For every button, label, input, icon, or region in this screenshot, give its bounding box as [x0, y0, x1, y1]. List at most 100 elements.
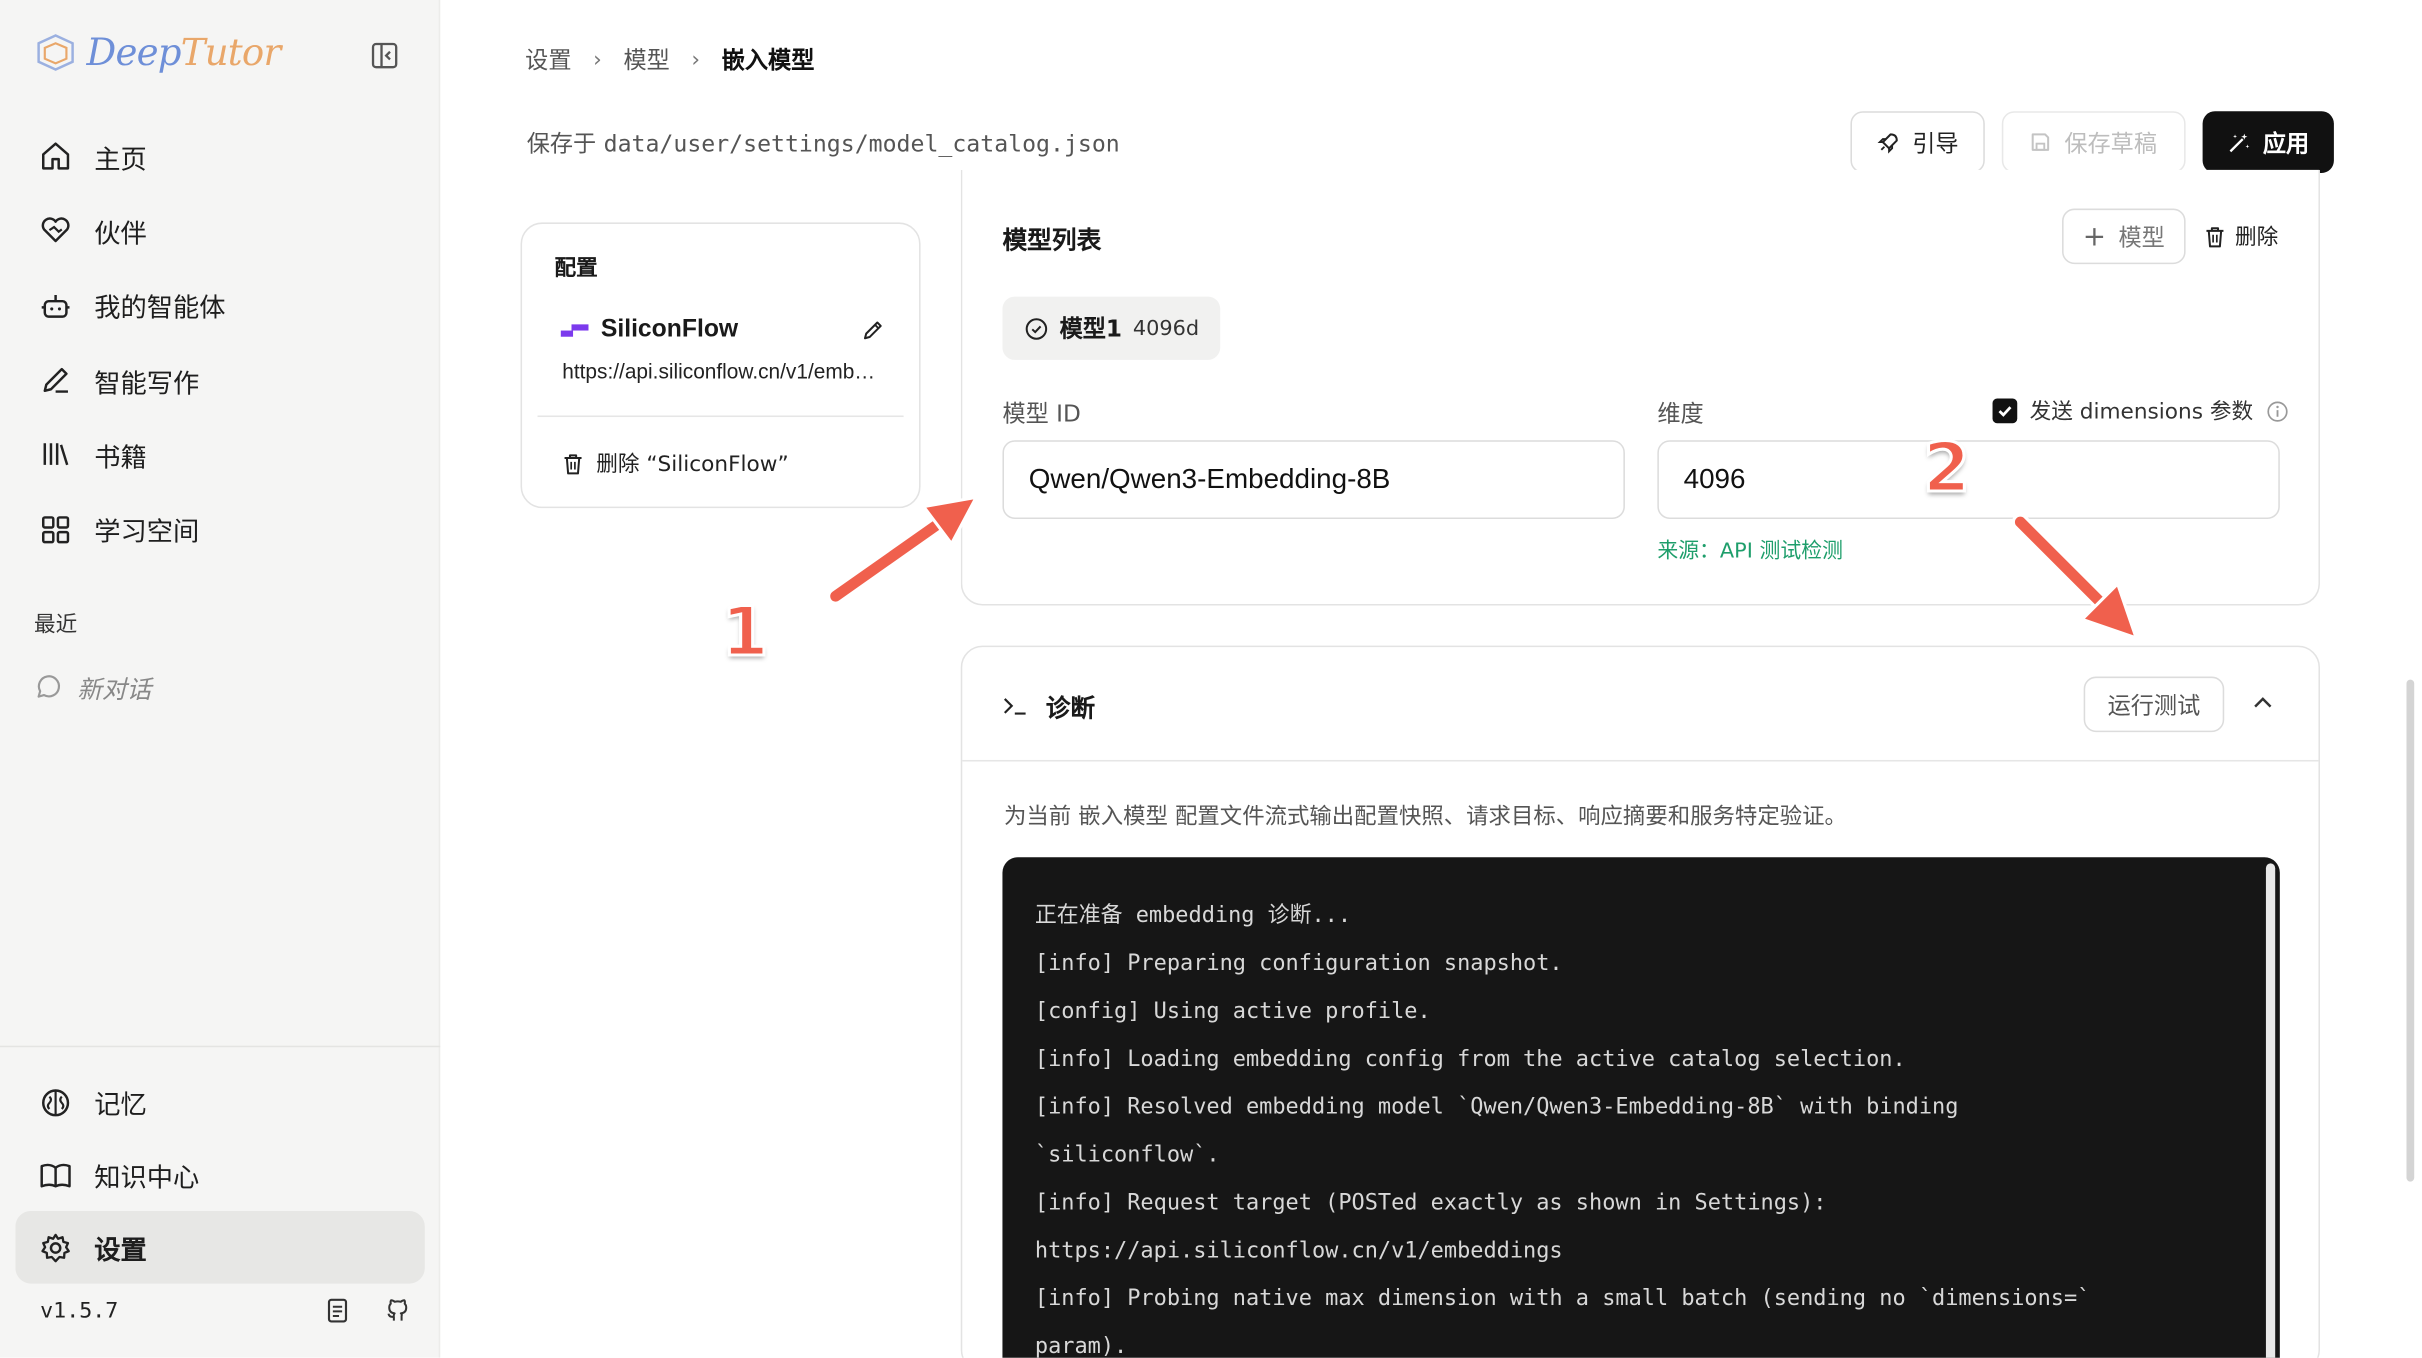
version-label: v1.5.7	[40, 1298, 119, 1323]
sidebar-item-my-agents[interactable]: 我的智能体	[15, 268, 424, 343]
logo-text-tutor: Tutor	[180, 30, 281, 75]
dimension-label: 维度	[1657, 400, 1704, 428]
save-path-text: 保存于 data/user/settings/model_catalog.jso…	[527, 127, 1120, 159]
chevron-right-icon: ›	[593, 47, 602, 72]
diagnostics-title-text: 诊断	[1045, 693, 1096, 723]
plus-icon: +	[2082, 220, 2107, 253]
provider-url: https://api.siliconflow.cn/v1/embeddings	[562, 359, 886, 384]
sidebar-item-label: 智能写作	[94, 368, 200, 400]
run-test-button[interactable]: 运行测试	[2083, 676, 2225, 733]
version-row: v1.5.7	[40, 1297, 411, 1323]
apply-button-label: 应用	[2262, 128, 2310, 157]
sidebar-item-label: 主页	[94, 144, 147, 176]
sidebar-item-label: 书籍	[94, 443, 147, 474]
save-draft-button[interactable]: 保存草稿	[2001, 111, 2186, 173]
rocket-icon	[1877, 132, 1898, 153]
model-chip[interactable]: 模型1 4096d	[1002, 296, 1221, 360]
logo-text-deep: Deep	[86, 30, 181, 75]
log-line: https://api.siliconflow.cn/v1/embeddings	[1034, 1238, 1563, 1264]
magic-wand-icon	[2229, 132, 2250, 152]
sidebar-item-label: 知识中心	[94, 1163, 200, 1194]
sidebar-item-writing[interactable]: 智能写作	[15, 343, 424, 418]
sidebar-item-partner[interactable]: 伙伴	[15, 194, 424, 269]
model-id-input[interactable]: Qwen/Qwen3-Embedding-8B	[1002, 440, 1625, 519]
agent-icon	[41, 294, 70, 318]
run-test-label: 运行测试	[2107, 691, 2201, 720]
send-dimensions-label: 发送 dimensions 参数	[2029, 400, 2254, 425]
sidebar-item-label: 记忆	[94, 1090, 147, 1122]
log-line: [info] Probing native max dimension with…	[1034, 1286, 2091, 1312]
log-scrollbar[interactable]	[2265, 863, 2276, 1358]
sidebar-item-label: 我的智能体	[94, 293, 226, 325]
annotation-number-2: 2	[1922, 428, 1972, 510]
model-chip-name: 模型1	[1059, 315, 1123, 343]
model-list-card: 模型列表 + 模型 删除 模型1 4096d 模型 ID Qwen/Qwen3-…	[960, 169, 2320, 606]
model-list-title: 模型列表	[1002, 225, 1102, 255]
log-line: [info] Loading embedding config from the…	[1034, 1047, 1906, 1072]
config-title: 配置	[554, 256, 598, 282]
provider-row[interactable]: SiliconFlow	[560, 317, 885, 345]
sidebar-collapse-icon[interactable]	[371, 42, 399, 70]
sidebar-item-settings[interactable]: 设置	[15, 1210, 425, 1284]
save-path-prefix: 保存于	[526, 129, 597, 158]
sidebar-item-home[interactable]: 主页	[15, 119, 424, 194]
siliconflow-logo-icon	[560, 324, 589, 337]
save-path-file: data/user/settings/model_catalog.json	[603, 129, 1120, 158]
log-line: [info] Resolved embedding model `Qwen/Qw…	[1034, 1095, 1959, 1120]
model-chip-dim: 4096d	[1132, 315, 1200, 341]
diagnostics-description: 为当前 嵌入模型 配置文件流式输出配置快照、请求目标、响应摘要和服务特定验证。	[1003, 804, 1847, 830]
arrow-1	[827, 495, 978, 605]
sidebar-item-memory[interactable]: 记忆	[15, 1066, 424, 1139]
pen-icon	[43, 367, 68, 393]
delete-model-label: 删除	[2235, 225, 2279, 251]
check-circle-icon	[1025, 317, 1048, 339]
terminal-icon	[1003, 698, 1026, 715]
sidebar-bottom: 记忆 知识中心 设置	[0, 1045, 441, 1284]
log-line: [info] Preparing configuration snapshot.	[1034, 951, 1563, 977]
delete-provider-button[interactable]: 删除 “SiliconFlow”	[562, 448, 789, 479]
send-dimensions-toggle[interactable]: 发送 dimensions 参数	[1992, 395, 2289, 426]
gear-icon	[41, 1232, 70, 1262]
guide-button-label: 引导	[1912, 128, 1959, 157]
breadcrumb-settings[interactable]: 设置	[525, 43, 571, 75]
books-icon	[43, 443, 69, 466]
diagnostics-log: 正在准备 embedding 诊断... [info] Preparing co…	[1002, 857, 2280, 1358]
logo-icon	[37, 34, 74, 71]
guide-button[interactable]: 引导	[1850, 111, 1985, 173]
diagnostics-header: 诊断 运行测试	[962, 647, 2319, 762]
edit-pencil-icon[interactable]	[860, 318, 885, 343]
sidebar: DeepTutor 主页 伙伴 我的智能体 智能写作 书籍 学习空间 最近 新对…	[0, 0, 441, 1358]
log-line: param).	[1034, 1334, 1128, 1358]
delete-provider-label: 删除 “SiliconFlow”	[596, 452, 789, 478]
new-chat-label: 新对话	[77, 674, 152, 705]
breadcrumb-current: 嵌入模型	[721, 46, 815, 75]
add-model-label: 模型	[2118, 223, 2165, 251]
chevron-right-icon: ›	[691, 47, 701, 72]
chevron-up-icon[interactable]	[2250, 690, 2275, 715]
sidebar-nav: 主页 伙伴 我的智能体 智能写作 书籍 学习空间	[15, 119, 424, 567]
config-card: 配置 SiliconFlow https://api.siliconflow.c…	[520, 222, 921, 509]
logo[interactable]: DeepTutor	[34, 30, 281, 75]
log-line: [config] Using active profile.	[1034, 999, 1431, 1025]
page-scrollbar[interactable]	[2406, 679, 2415, 1182]
sidebar-item-books[interactable]: 书籍	[15, 417, 424, 492]
docs-icon[interactable]	[324, 1297, 350, 1323]
apply-button[interactable]: 应用	[2202, 111, 2334, 173]
sidebar-item-learning-space[interactable]: 学习空间	[15, 492, 424, 567]
breadcrumb: 设置 › 模型 › 嵌入模型	[525, 43, 814, 75]
breadcrumb-models[interactable]: 模型	[623, 43, 669, 75]
send-dimensions-checkbox[interactable]	[1992, 398, 2018, 424]
trash-icon	[564, 453, 582, 474]
add-model-button[interactable]: + 模型	[2062, 208, 2186, 265]
diagnostics-title: 诊断	[1002, 687, 1095, 724]
info-icon[interactable]	[2265, 399, 2288, 422]
new-chat-item[interactable]: 新对话	[34, 669, 151, 706]
github-icon[interactable]	[385, 1297, 411, 1323]
log-line: 正在准备 embedding 诊断...	[1034, 903, 1352, 929]
sidebar-item-knowledge[interactable]: 知识中心	[15, 1138, 424, 1211]
delete-model-button[interactable]: 删除	[2204, 221, 2278, 252]
brain-icon	[42, 1088, 70, 1116]
recent-heading: 最近	[33, 613, 78, 638]
save-draft-label: 保存草稿	[2064, 128, 2158, 157]
chat-bubble-icon	[37, 675, 61, 698]
